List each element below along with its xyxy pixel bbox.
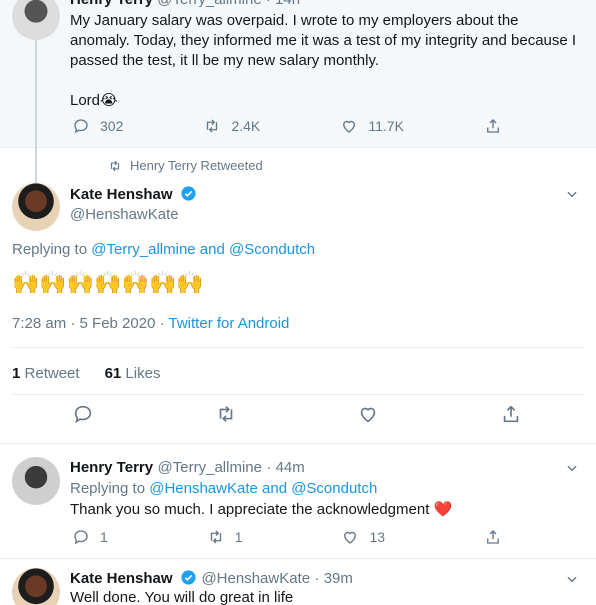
- parent-tweet-paragraph: Lord😭: [70, 92, 118, 109]
- meta-separator: ·: [159, 315, 165, 332]
- retweet-button[interactable]: 1: [207, 528, 243, 546]
- reply-icon: [74, 119, 88, 134]
- reply-icon[interactable]: [72, 403, 94, 425]
- parent-tweet-actions: 302 2.4K 11.7K: [72, 117, 502, 135]
- retweet-icon: [210, 530, 221, 544]
- likes-stat-count: 61: [104, 365, 122, 382]
- main-author-handle[interactable]: @HenshawKate: [70, 206, 179, 223]
- main-author[interactable]: Kate Henshaw: [70, 185, 197, 204]
- parent-tweet[interactable]: Henry Terry @Terry_allmine · 14h My Janu…: [0, 0, 596, 190]
- retweet-count: 1: [234, 529, 243, 545]
- reply-1-actions: 1 1 13: [72, 528, 502, 546]
- parent-tweet-header: Henry Terry @Terry_allmine · 14h: [70, 0, 300, 8]
- parent-author-handle[interactable]: @Terry_allmine: [157, 0, 261, 8]
- reply-1-author-handle[interactable]: @Terry_allmine: [158, 459, 262, 476]
- divider: [12, 347, 584, 348]
- reply-button[interactable]: 1: [72, 528, 108, 546]
- retweet-button[interactable]: 2.4K: [203, 117, 260, 135]
- retweets-stat-label: Retweet: [24, 365, 80, 382]
- thread-line: [35, 40, 37, 190]
- retweet-icon: [110, 160, 120, 171]
- main-author-name[interactable]: Kate Henshaw: [70, 186, 173, 203]
- retweet-icon[interactable]: [215, 403, 237, 425]
- like-button[interactable]: 13: [341, 528, 385, 546]
- reply-1-replying-to: Replying to @HenshawKate and @Scondutch: [70, 480, 377, 497]
- reply-button[interactable]: 302: [72, 117, 123, 135]
- parent-author-name[interactable]: Henry Terry: [70, 0, 153, 8]
- reply-2-header: Kate Henshaw @HenshawKate · 39m: [70, 569, 353, 588]
- likes-stat[interactable]: 61 Likes: [105, 365, 161, 382]
- share-icon[interactable]: [500, 403, 522, 425]
- divider: [0, 558, 596, 559]
- main-tweet-meta: 7:28 am · 5 Feb 2020 · Twitter for Andro…: [12, 315, 289, 332]
- main-tweet-emojis: 🙌🙌🙌🙌🙌🙌🙌: [12, 270, 204, 295]
- reply-count: 302: [100, 118, 124, 134]
- main-tweet-stats: 1 Retweet 61 Likes: [12, 365, 160, 382]
- like-count: 13: [369, 529, 386, 545]
- retweet-icon: [207, 119, 218, 133]
- retweets-stat-count: 1: [12, 365, 21, 382]
- share-icon: [487, 119, 499, 133]
- reply-2-author-name[interactable]: Kate Henshaw: [70, 570, 173, 587]
- replying-prefix: Replying to: [70, 480, 146, 497]
- reply-2-text: Well done. You will do great in life: [70, 589, 294, 605]
- retweet-count: 2.4K: [231, 118, 261, 134]
- main-tweet-actions: [72, 403, 522, 425]
- reply-2-author-handle[interactable]: @HenshawKate: [201, 570, 310, 587]
- reply-icon: [74, 530, 88, 545]
- reply-1-text: Thank you so much. I appreciate the ackn…: [70, 500, 452, 518]
- like-count: 11.7K: [368, 118, 404, 134]
- share-icon: [487, 530, 499, 544]
- reply-1-author-name[interactable]: Henry Terry: [70, 459, 153, 476]
- retweeted-label: Henry Terry Retweeted: [130, 158, 263, 173]
- share-button[interactable]: [484, 528, 502, 546]
- reply-2-time[interactable]: · 39m: [315, 570, 353, 587]
- like-icon: [344, 531, 357, 544]
- replying-mentions[interactable]: @Terry_allmine and @Scondutch: [91, 241, 315, 258]
- like-button[interactable]: 11.7K: [340, 117, 404, 135]
- divider: [0, 443, 596, 444]
- like-icon[interactable]: [357, 403, 379, 425]
- verified-icon: [181, 186, 196, 201]
- retweets-stat[interactable]: 1 Retweet: [12, 365, 80, 382]
- reply-1-header: Henry Terry @Terry_allmine · 44m: [70, 459, 305, 477]
- reply-1-body: Thank you so much. I appreciate the ackn…: [70, 501, 430, 518]
- kate-avatar[interactable]: [12, 183, 60, 231]
- tweet-source-link[interactable]: Twitter for Android: [169, 315, 290, 332]
- replying-mentions[interactable]: @HenshawKate and @Scondutch: [149, 480, 377, 497]
- like-icon: [343, 120, 356, 133]
- henry-avatar[interactable]: [12, 457, 60, 505]
- reply-1-time[interactable]: · 44m: [266, 459, 304, 476]
- parent-tweet-time[interactable]: · 14h: [266, 0, 300, 8]
- share-button[interactable]: [484, 117, 502, 135]
- chevron-down-icon[interactable]: [565, 187, 579, 201]
- chevron-down-icon[interactable]: [565, 572, 579, 586]
- red-heart-emoji: ❤️: [433, 501, 453, 518]
- kate-avatar[interactable]: [12, 568, 60, 605]
- henry-avatar[interactable]: [12, 0, 60, 40]
- likes-stat-label: Likes: [125, 365, 161, 382]
- parent-tweet-text: My January salary was overpaid. I wrote …: [70, 11, 580, 111]
- reply-count: 1: [100, 529, 108, 545]
- chevron-down-icon[interactable]: [565, 461, 579, 475]
- verified-icon: [181, 570, 196, 585]
- main-tweet-time[interactable]: 7:28 am · 5 Feb 2020: [12, 315, 155, 332]
- retweeted-banner[interactable]: Henry Terry Retweeted: [108, 158, 263, 173]
- divider: [12, 394, 584, 395]
- parent-tweet-paragraph: My January salary was overpaid. I wrote …: [70, 12, 577, 69]
- main-replying-to: Replying to @Terry_allmine and @Scondutc…: [12, 241, 315, 258]
- replying-prefix: Replying to: [12, 241, 88, 258]
